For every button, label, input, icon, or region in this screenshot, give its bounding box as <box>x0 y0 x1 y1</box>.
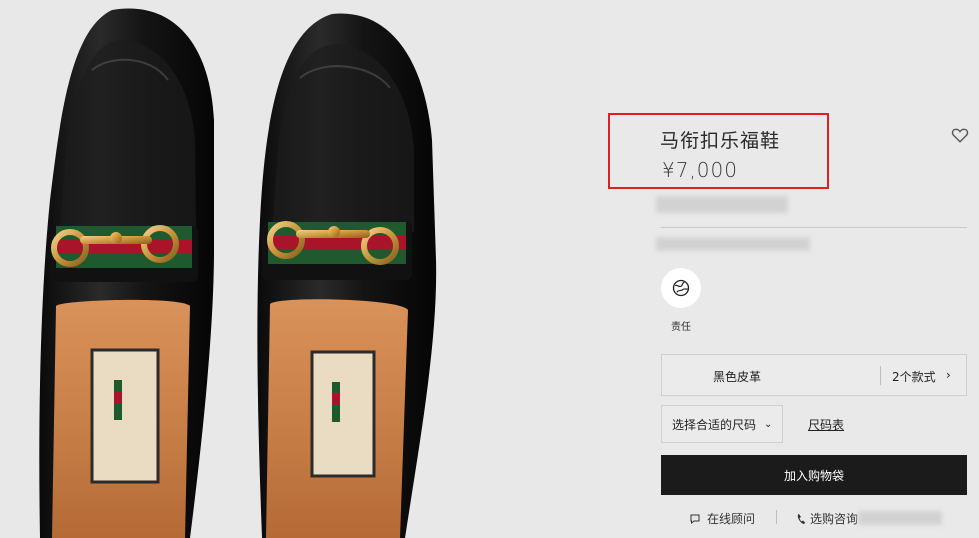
wishlist-heart-icon[interactable] <box>951 126 969 144</box>
responsibility-button[interactable] <box>661 268 701 308</box>
online-advisor-link[interactable]: 在线顾问 <box>689 510 755 527</box>
phone-icon <box>797 513 805 524</box>
blurred-shipping-note <box>656 237 810 251</box>
online-advisor-label: 在线顾问 <box>707 512 756 526</box>
size-select-label: 选择合适的尺码 <box>672 417 757 432</box>
shopping-consult-label: 选购咨询 <box>810 512 859 526</box>
variant-divider <box>880 366 881 385</box>
product-name: 马衔扣乐福鞋 <box>660 130 781 152</box>
add-to-bag-button[interactable]: 加入购物袋 <box>661 455 967 495</box>
chat-bubble-icon <box>690 514 700 524</box>
section-divider <box>661 227 967 228</box>
support-divider <box>776 510 777 524</box>
responsibility-label: 责任 <box>671 322 691 333</box>
left-shoe <box>39 8 214 538</box>
right-shoe <box>257 13 437 538</box>
product-image <box>0 0 600 538</box>
size-chart-link[interactable]: 尺码表 <box>808 416 844 433</box>
loafer-pair-illustration <box>39 8 437 538</box>
variant-color-label: 黑色皮革 <box>713 370 762 384</box>
blurred-phone-number <box>858 511 942 525</box>
size-select[interactable]: 选择合适的尺码 ⌄ <box>661 405 783 443</box>
product-price: ¥7,000 <box>662 158 738 182</box>
shopping-consult-link[interactable]: 选购咨询 <box>796 510 858 527</box>
variant-selector[interactable]: 黑色皮革 2个款式 › <box>661 354 967 396</box>
variant-count-label: 2个款式 <box>892 370 936 384</box>
blurred-style-code <box>656 196 788 213</box>
chevron-right-icon: › <box>946 368 951 382</box>
globe-icon <box>672 279 690 297</box>
chevron-down-icon: ⌄ <box>764 418 773 430</box>
